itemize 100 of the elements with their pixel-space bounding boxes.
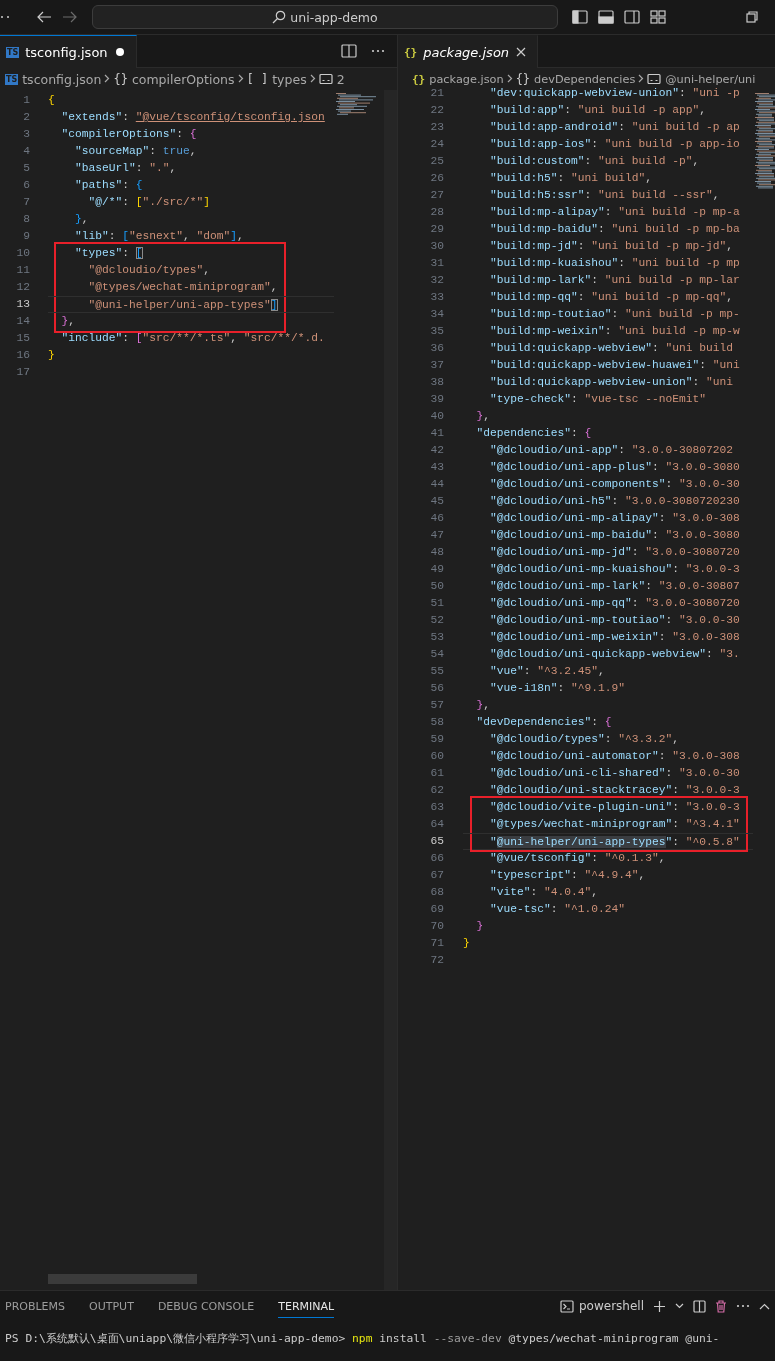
split-terminal-icon[interactable]: [693, 1299, 706, 1313]
line-number: 36: [429, 341, 444, 356]
line-number: 48: [429, 545, 444, 560]
code-line: "@dcloudio/uni-automator": "3.0.0-308: [489, 750, 740, 762]
line-number: 71: [429, 936, 444, 951]
braces-icon: {}: [515, 72, 531, 86]
code-line: "build:mp-weixin": "uni build -p mp-w: [489, 325, 740, 337]
code-line: "baseUrl": ".",: [74, 162, 177, 174]
code-line: "vue-tsc": "^1.0.24": [489, 903, 626, 915]
line-number: 8: [22, 212, 30, 227]
restore-window-icon[interactable]: [746, 11, 758, 23]
code-line: "build:app-ios": "uni build -p app-io: [489, 138, 740, 150]
more-icon[interactable]: [371, 49, 385, 53]
split-editor-icon[interactable]: [341, 44, 357, 58]
code-line: "@dcloudio/uni-mp-lark": "3.0.0-30807: [489, 580, 740, 592]
code-line: "types": [: [74, 247, 143, 259]
code-line: "@dcloudio/uni-stacktracey": "3.0.0-3: [489, 784, 740, 796]
line-number: 44: [429, 477, 444, 492]
line-number: 55: [429, 664, 444, 679]
line-number: 66: [429, 851, 444, 866]
code-line: },: [60, 315, 76, 327]
panel-tab[interactable]: TERMINAL: [278, 1294, 335, 1318]
code-line: "@dcloudio/uni-app": "3.0.0-30807202: [489, 444, 734, 456]
code-line: "sourceMap": true,: [74, 145, 197, 157]
braces-icon: {}: [113, 72, 128, 86]
panel-tab[interactable]: OUTPUT: [89, 1294, 134, 1318]
chevron-down-icon[interactable]: [675, 1303, 684, 1309]
line-number: 26: [429, 171, 444, 186]
line-number: 72: [429, 953, 444, 968]
line-number: 50: [429, 579, 444, 594]
line-number: 47: [429, 528, 444, 543]
line-number: 39: [429, 392, 444, 407]
line-number: 60: [429, 749, 444, 764]
breadcrumb-item[interactable]: devDependencies: [534, 72, 636, 86]
string-icon: [647, 73, 662, 85]
code-line: "typescript": "^4.9.4",: [489, 869, 646, 881]
back-arrow-icon[interactable]: [36, 10, 52, 24]
code-line: "@dcloudio/uni-components": "3.0.0-30: [489, 478, 740, 490]
line-number: 30: [429, 239, 444, 254]
line-number: 65: [429, 834, 444, 849]
line-number: 25: [429, 154, 444, 169]
line-number: 57: [429, 698, 444, 713]
panel-tab[interactable]: DEBUG CONSOLE: [157, 1294, 255, 1318]
line-number: 14: [15, 314, 30, 329]
code-line: },: [475, 410, 491, 422]
code-line: "@dcloudio/uni-mp-toutiao": "3.0.0-30: [489, 614, 740, 626]
code-line: "@dcloudio/uni-mp-alipay": "3.0.0-308: [489, 512, 740, 524]
panel-tab[interactable]: PROBLEMS: [5, 1294, 66, 1318]
chevron-up-icon[interactable]: [759, 1302, 770, 1310]
code-line: "vue-i18n": "^9.1.9": [489, 682, 626, 694]
breadcrumb-item[interactable]: @uni-helper/uni: [665, 72, 756, 86]
code-line: "build:mp-toutiao": "uni build -p mp-: [489, 308, 740, 320]
line-number: 6: [22, 178, 30, 193]
line-number: 7: [22, 195, 30, 210]
layout-grid-icon[interactable]: [650, 10, 666, 24]
close-icon[interactable]: [515, 46, 528, 58]
trash-icon[interactable]: [715, 1299, 727, 1313]
line-number: 23: [429, 120, 444, 135]
chevron-right-icon: [104, 73, 111, 83]
editor-tab[interactable]: {} package.json: [398, 35, 539, 68]
code-line: "@dcloudio/types": "^3.3.2",: [489, 733, 680, 745]
forward-arrow-icon[interactable]: [62, 10, 78, 24]
editor-tab[interactable]: TS tsconfig.json: [0, 35, 137, 68]
code-line: {: [48, 94, 55, 106]
panel-layout-icon[interactable]: [598, 10, 614, 24]
breadcrumb-item[interactable]: package.json: [429, 72, 504, 86]
add-icon[interactable]: [653, 1299, 666, 1313]
code-line: "@dcloudio/uni-h5": "3.0.0-3080720230: [489, 495, 740, 507]
code-line: "build:quickapp-webview": "uni build: [489, 342, 734, 354]
line-number: 61: [429, 766, 444, 781]
breadcrumb-item[interactable]: tsconfig.json: [22, 71, 102, 87]
line-number: 28: [429, 205, 444, 220]
search-field[interactable]: uni-app-demo: [92, 5, 558, 29]
code-line: "vue": "^3.2.45",: [489, 665, 605, 677]
more-icon[interactable]: [0, 15, 10, 19]
code-line: "@dcloudio/uni-quickapp-webview": "3.: [489, 648, 740, 660]
line-number: 70: [429, 919, 444, 934]
breadcrumb-item[interactable]: compilerOptions: [131, 71, 235, 87]
chevron-right-icon: [237, 73, 244, 83]
breadcrumb-item[interactable]: types: [272, 71, 307, 87]
line-number: 69: [429, 902, 444, 917]
horizontal-scrollbar[interactable]: [48, 1274, 197, 1284]
shell-name[interactable]: powershell: [579, 1299, 644, 1313]
code-line: "@uni-helper/uni-app-types": "^0.5.8": [489, 836, 740, 848]
search-text: uni-app-demo: [290, 9, 378, 25]
breadcrumb-item[interactable]: 2: [336, 71, 345, 87]
code-line: },: [475, 699, 491, 711]
line-number: 9: [22, 229, 30, 244]
typescript-icon: TS: [6, 46, 20, 58]
line-number: 35: [429, 324, 444, 339]
code-line: "@dcloudio/uni-mp-jd": "3.0.0-3080720: [489, 546, 740, 558]
line-number: 38: [429, 375, 444, 390]
search-icon: [272, 10, 287, 24]
line-number: 17: [15, 365, 30, 380]
code-line: "@dcloudio/uni-mp-weixin": "3.0.0-308: [489, 631, 740, 643]
sidebar-layout-icon[interactable]: [572, 10, 588, 24]
code-line: "extends": "@vue/tsconfig/tsconfig.json: [60, 111, 325, 123]
braces-icon: {}: [404, 45, 418, 59]
more-icon[interactable]: [736, 1304, 750, 1308]
split-layout-icon[interactable]: [624, 10, 640, 24]
